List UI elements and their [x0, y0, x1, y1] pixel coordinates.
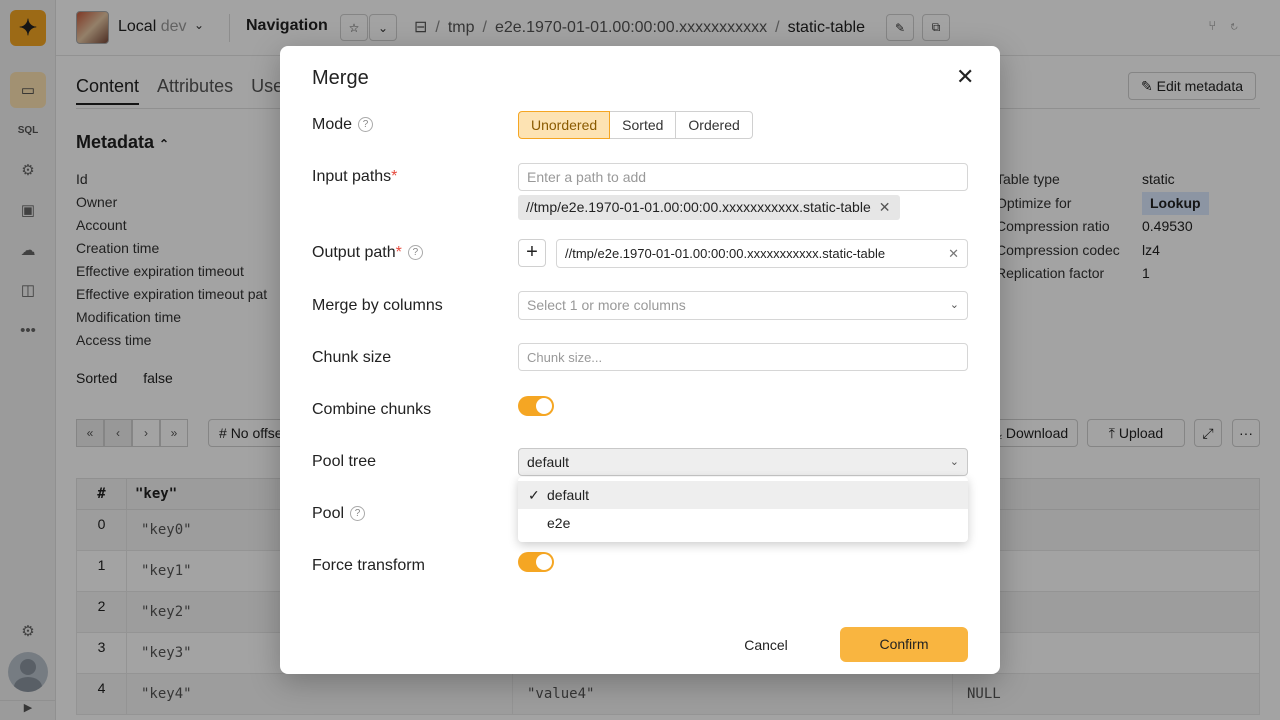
pool-tree-label: Pool tree — [312, 453, 377, 470]
mode-option-unordered[interactable]: Unordered — [518, 111, 611, 139]
pool-tree-option-default[interactable]: ✓ default — [518, 481, 968, 509]
close-icon[interactable]: ✕ — [956, 66, 974, 88]
pool-label: Pool? — [312, 505, 366, 523]
required-marker: * — [391, 168, 398, 185]
combine-chunks-label: Combine chunks — [312, 401, 432, 418]
option-label: default — [547, 487, 590, 503]
combine-chunks-toggle[interactable] — [518, 396, 554, 416]
pool-tree-dropdown: ✓ default e2e — [518, 477, 968, 542]
help-icon[interactable]: ? — [358, 117, 374, 132]
input-paths-input[interactable]: Enter a path to add — [518, 163, 968, 191]
help-icon[interactable]: ? — [407, 245, 423, 260]
help-icon[interactable]: ? — [350, 506, 366, 521]
chevron-down-icon: ⌄ — [949, 299, 959, 311]
dialog-title: Merge — [312, 67, 369, 89]
cancel-button[interactable]: Cancel — [728, 628, 804, 662]
mode-segmented-control: Unordered Sorted Ordered — [518, 111, 753, 139]
pool-tree-option-e2e[interactable]: e2e — [518, 509, 968, 537]
input-path-chip: //tmp/e2e.1970-01-01.00:00:00.xxxxxxxxxx… — [518, 195, 901, 220]
output-path-label-text: Output path — [312, 244, 396, 261]
chevron-down-icon: ⌄ — [949, 456, 959, 468]
mode-option-sorted[interactable]: Sorted — [609, 111, 677, 139]
pool-tree-select[interactable]: default ⌄ — [518, 448, 968, 476]
force-transform-label: Force transform — [312, 557, 425, 574]
force-transform-toggle[interactable] — [518, 552, 554, 572]
confirm-button[interactable]: Confirm — [840, 627, 968, 662]
merge-by-label: Merge by columns — [312, 297, 443, 314]
merge-by-select[interactable]: Select 1 or more columns ⌄ — [518, 291, 968, 320]
pool-tree-value: default — [527, 454, 570, 470]
input-path-chip-text: //tmp/e2e.1970-01-01.00:00:00.xxxxxxxxxx… — [526, 199, 871, 215]
plus-icon[interactable]: + — [518, 239, 546, 267]
remove-chip-icon[interactable]: ✕ — [879, 199, 891, 215]
output-path-input[interactable]: //tmp/e2e.1970-01-01.00:00:00.xxxxxxxxxx… — [556, 239, 968, 268]
input-paths-label: Input paths* — [312, 168, 397, 186]
chunk-size-label: Chunk size — [312, 349, 392, 366]
option-label: e2e — [547, 515, 571, 531]
output-path-value: //tmp/e2e.1970-01-01.00:00:00.xxxxxxxxxx… — [565, 246, 886, 261]
required-marker: * — [395, 244, 402, 261]
mode-option-ordered[interactable]: Ordered — [675, 111, 753, 139]
merge-by-placeholder: Select 1 or more columns — [527, 297, 686, 313]
pool-label-text: Pool — [312, 505, 345, 522]
check-icon: ✓ — [528, 487, 540, 503]
output-path-label: Output path*? — [312, 244, 423, 262]
mode-label: Mode? — [312, 116, 374, 134]
mode-label-text: Mode — [312, 116, 353, 133]
clear-icon[interactable]: ✕ — [948, 240, 959, 267]
chunk-size-input[interactable]: Chunk size... — [518, 343, 968, 371]
merge-dialog: Merge ✕ Mode? Unordered Sorted Ordered I… — [280, 46, 1000, 674]
input-paths-label-text: Input paths — [312, 168, 392, 185]
